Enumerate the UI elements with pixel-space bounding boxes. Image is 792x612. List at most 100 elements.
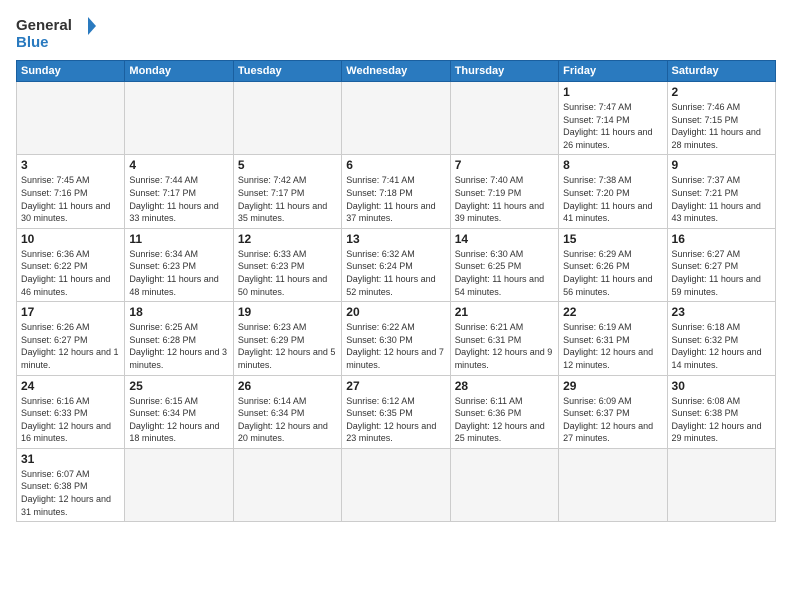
day-number: 12 <box>238 232 337 246</box>
day-info: Sunrise: 6:27 AM Sunset: 6:27 PM Dayligh… <box>672 248 771 298</box>
day-info: Sunrise: 6:08 AM Sunset: 6:38 PM Dayligh… <box>672 395 771 445</box>
calendar-week-row: 1 Sunrise: 7:47 AM Sunset: 7:14 PM Daylig… <box>17 82 776 155</box>
day-info: Sunrise: 7:47 AM Sunset: 7:14 PM Dayligh… <box>563 101 662 151</box>
day-info: Sunrise: 6:22 AM Sunset: 6:30 PM Dayligh… <box>346 321 445 371</box>
day-info: Sunrise: 6:19 AM Sunset: 6:31 PM Dayligh… <box>563 321 662 371</box>
calendar-day-cell <box>233 448 341 521</box>
day-info: Sunrise: 6:25 AM Sunset: 6:28 PM Dayligh… <box>129 321 228 371</box>
day-number: 11 <box>129 232 228 246</box>
calendar-day-cell: 10 Sunrise: 6:36 AM Sunset: 6:22 PM Dayli… <box>17 228 125 301</box>
calendar-day-cell <box>125 448 233 521</box>
calendar-day-cell <box>667 448 775 521</box>
calendar-day-cell: 9Sunrise: 7:37 AM Sunset: 7:21 PM Daylig… <box>667 155 775 228</box>
day-number: 24 <box>21 379 120 393</box>
day-number: 29 <box>563 379 662 393</box>
day-info: Sunrise: 6:16 AM Sunset: 6:33 PM Dayligh… <box>21 395 120 445</box>
day-number: 23 <box>672 305 771 319</box>
svg-text:General: General <box>16 17 72 34</box>
day-info: Sunrise: 6:36 AM Sunset: 6:22 PM Dayligh… <box>21 248 120 298</box>
day-number: 20 <box>346 305 445 319</box>
day-info: Sunrise: 6:30 AM Sunset: 6:25 PM Dayligh… <box>455 248 554 298</box>
day-info: Sunrise: 6:32 AM Sunset: 6:24 PM Dayligh… <box>346 248 445 298</box>
day-number: 14 <box>455 232 554 246</box>
day-info: Sunrise: 7:40 AM Sunset: 7:19 PM Dayligh… <box>455 174 554 224</box>
calendar-day-cell <box>450 448 558 521</box>
calendar-day-cell: 22 Sunrise: 6:19 AM Sunset: 6:31 PM Dayli… <box>559 302 667 375</box>
day-info: Sunrise: 7:37 AM Sunset: 7:21 PM Dayligh… <box>672 174 771 224</box>
day-number: 22 <box>563 305 662 319</box>
day-number: 13 <box>346 232 445 246</box>
calendar-day-header: Sunday <box>17 61 125 82</box>
day-number: 18 <box>129 305 228 319</box>
day-number: 15 <box>563 232 662 246</box>
calendar-day-header: Wednesday <box>342 61 450 82</box>
calendar-day-cell: 24 Sunrise: 6:16 AM Sunset: 6:33 PM Dayli… <box>17 375 125 448</box>
calendar-day-cell: 29 Sunrise: 6:09 AM Sunset: 6:37 PM Dayli… <box>559 375 667 448</box>
day-info: Sunrise: 6:12 AM Sunset: 6:35 PM Dayligh… <box>346 395 445 445</box>
calendar-day-cell: 6 Sunrise: 7:41 AM Sunset: 7:18 PM Daylig… <box>342 155 450 228</box>
day-number: 1 <box>563 85 662 99</box>
calendar-day-cell: 23 Sunrise: 6:18 AM Sunset: 6:32 PM Dayli… <box>667 302 775 375</box>
day-number: 25 <box>129 379 228 393</box>
calendar-day-cell: 3Sunrise: 7:45 AM Sunset: 7:16 PM Daylig… <box>17 155 125 228</box>
calendar-header-row: SundayMondayTuesdayWednesdayThursdayFrid… <box>17 61 776 82</box>
day-info: Sunrise: 7:45 AM Sunset: 7:16 PM Dayligh… <box>21 174 120 224</box>
day-info: Sunrise: 6:18 AM Sunset: 6:32 PM Dayligh… <box>672 321 771 371</box>
day-number: 27 <box>346 379 445 393</box>
calendar-day-cell: 26 Sunrise: 6:14 AM Sunset: 6:34 PM Dayli… <box>233 375 341 448</box>
day-info: Sunrise: 6:09 AM Sunset: 6:37 PM Dayligh… <box>563 395 662 445</box>
calendar-day-cell: 18 Sunrise: 6:25 AM Sunset: 6:28 PM Dayli… <box>125 302 233 375</box>
calendar-day-cell: 30 Sunrise: 6:08 AM Sunset: 6:38 PM Dayli… <box>667 375 775 448</box>
day-number: 10 <box>21 232 120 246</box>
day-info: Sunrise: 7:42 AM Sunset: 7:17 PM Dayligh… <box>238 174 337 224</box>
day-number: 7 <box>455 158 554 172</box>
day-info: Sunrise: 7:41 AM Sunset: 7:18 PM Dayligh… <box>346 174 445 224</box>
calendar-day-cell: 13 Sunrise: 6:32 AM Sunset: 6:24 PM Dayli… <box>342 228 450 301</box>
calendar-day-header: Tuesday <box>233 61 341 82</box>
day-info: Sunrise: 6:14 AM Sunset: 6:34 PM Dayligh… <box>238 395 337 445</box>
day-info: Sunrise: 6:07 AM Sunset: 6:38 PM Dayligh… <box>21 468 120 518</box>
calendar-day-cell: 15Sunrise: 6:29 AM Sunset: 6:26 PM Dayli… <box>559 228 667 301</box>
calendar-day-header: Saturday <box>667 61 775 82</box>
calendar-day-cell: 25 Sunrise: 6:15 AM Sunset: 6:34 PM Dayli… <box>125 375 233 448</box>
calendar-day-cell: 11 Sunrise: 6:34 AM Sunset: 6:23 PM Dayli… <box>125 228 233 301</box>
calendar-week-row: 24 Sunrise: 6:16 AM Sunset: 6:33 PM Dayli… <box>17 375 776 448</box>
calendar-day-cell: 12Sunrise: 6:33 AM Sunset: 6:23 PM Dayli… <box>233 228 341 301</box>
header: General Blue <box>16 12 776 52</box>
day-number: 21 <box>455 305 554 319</box>
day-info: Sunrise: 6:11 AM Sunset: 6:36 PM Dayligh… <box>455 395 554 445</box>
day-info: Sunrise: 6:34 AM Sunset: 6:23 PM Dayligh… <box>129 248 228 298</box>
day-info: Sunrise: 6:15 AM Sunset: 6:34 PM Dayligh… <box>129 395 228 445</box>
calendar-day-cell: 21 Sunrise: 6:21 AM Sunset: 6:31 PM Dayli… <box>450 302 558 375</box>
calendar-day-cell <box>342 448 450 521</box>
day-info: Sunrise: 6:23 AM Sunset: 6:29 PM Dayligh… <box>238 321 337 371</box>
generalblue-logo: General Blue <box>16 12 96 52</box>
day-number: 16 <box>672 232 771 246</box>
calendar-day-cell <box>233 82 341 155</box>
calendar-week-row: 31 Sunrise: 6:07 AM Sunset: 6:38 PM Dayli… <box>17 448 776 521</box>
day-number: 6 <box>346 158 445 172</box>
calendar-day-cell <box>17 82 125 155</box>
day-number: 30 <box>672 379 771 393</box>
calendar-day-cell: 20 Sunrise: 6:22 AM Sunset: 6:30 PM Dayli… <box>342 302 450 375</box>
day-number: 26 <box>238 379 337 393</box>
calendar-day-cell: 7 Sunrise: 7:40 AM Sunset: 7:19 PM Daylig… <box>450 155 558 228</box>
calendar-table: SundayMondayTuesdayWednesdayThursdayFrid… <box>16 60 776 522</box>
day-info: Sunrise: 7:44 AM Sunset: 7:17 PM Dayligh… <box>129 174 228 224</box>
calendar-day-cell: 2Sunrise: 7:46 AM Sunset: 7:15 PM Daylig… <box>667 82 775 155</box>
day-info: Sunrise: 6:26 AM Sunset: 6:27 PM Dayligh… <box>21 321 120 371</box>
day-info: Sunrise: 7:46 AM Sunset: 7:15 PM Dayligh… <box>672 101 771 151</box>
day-info: Sunrise: 6:21 AM Sunset: 6:31 PM Dayligh… <box>455 321 554 371</box>
calendar-day-cell: 19Sunrise: 6:23 AM Sunset: 6:29 PM Dayli… <box>233 302 341 375</box>
day-number: 4 <box>129 158 228 172</box>
calendar-day-header: Monday <box>125 61 233 82</box>
calendar-day-cell: 5Sunrise: 7:42 AM Sunset: 7:17 PM Daylig… <box>233 155 341 228</box>
calendar-week-row: 17Sunrise: 6:26 AM Sunset: 6:27 PM Dayli… <box>17 302 776 375</box>
calendar-day-cell: 27 Sunrise: 6:12 AM Sunset: 6:35 PM Dayli… <box>342 375 450 448</box>
calendar-week-row: 3Sunrise: 7:45 AM Sunset: 7:16 PM Daylig… <box>17 155 776 228</box>
day-number: 31 <box>21 452 120 466</box>
day-info: Sunrise: 7:38 AM Sunset: 7:20 PM Dayligh… <box>563 174 662 224</box>
calendar-day-header: Thursday <box>450 61 558 82</box>
page: General Blue SundayMondayTuesdayWednesda… <box>0 0 792 612</box>
calendar-day-cell <box>559 448 667 521</box>
